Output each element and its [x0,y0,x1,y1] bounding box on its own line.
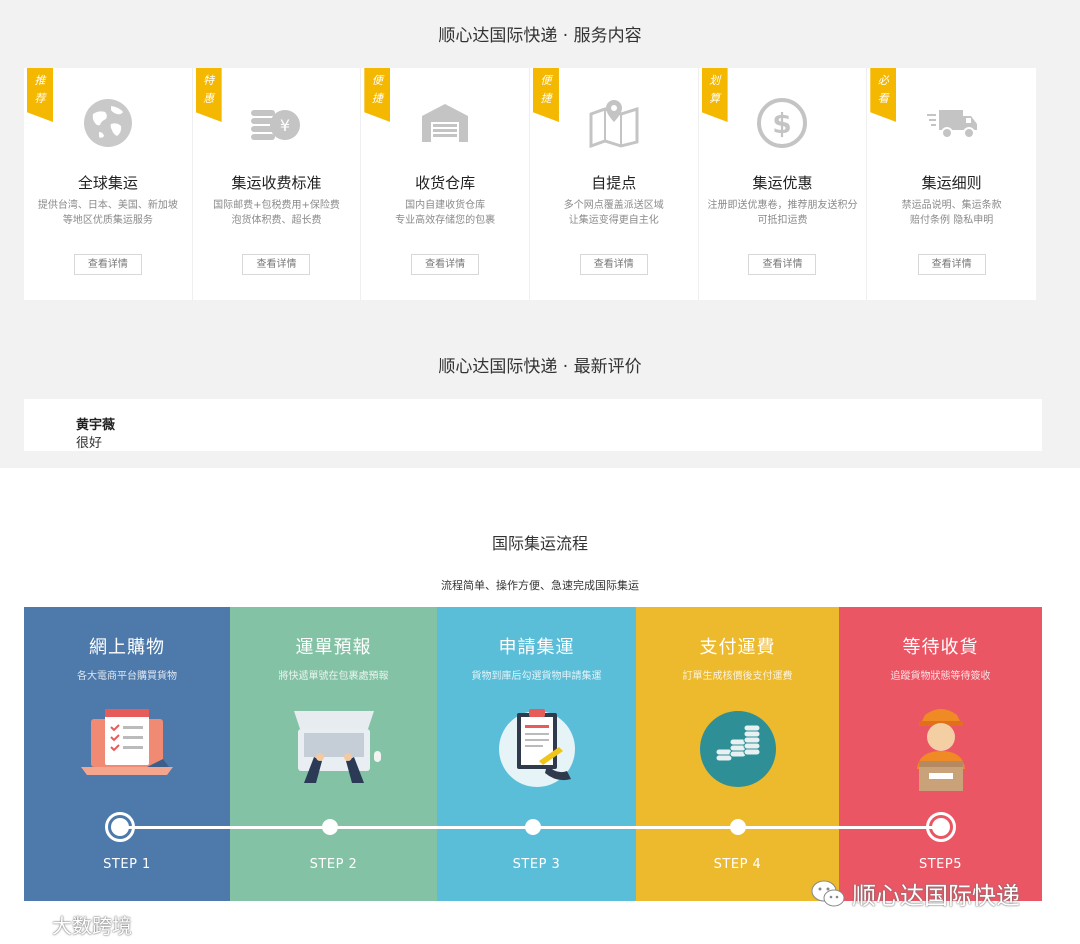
flow-subtitle: 流程简单、操作方便、急速完成国际集运 [441,579,639,592]
step-title: 等待收貨 [902,637,979,658]
service-card-warehouse[interactable]: 便捷 收货仓库 国内自建收货仓库 专业高效存储您的包裹 查看详情 [361,68,530,300]
map-pin-icon [589,100,639,149]
step-title: 支付運費 [699,637,776,658]
step-waybill-report: 運單預報 將快遞單號在包裹處預報 STEP 2 [230,607,437,901]
service-card-fees[interactable]: 特惠 ¥ 集运收费标准 国际邮费+包税费用+保险费 泡货体积费、超长费 查看详情 [192,68,362,300]
coins-yen-icon: ¥ [251,110,301,140]
service-cards: 推荐 全球集运 提供台湾、日本、美国、新加坡 等地区优质集运服务 查看详情 特惠 … [24,68,1036,300]
card-title: 集运细则 [921,174,982,192]
step-online-shopping: 網上購物 各大電商平台購買貨物 STEP 1 [24,607,230,901]
step-label: STEP 1 [103,857,151,872]
step-apply-consolidation: 申請集運 貨物到庫后勾選貨物申請集運 STEP 3 [437,607,636,901]
step-desc: 訂單生成核價後支付運費 [682,671,793,682]
view-details-button[interactable]: 查看详情 [242,254,311,275]
reviews-title: 顺心达国际快递 · 最新评价 [438,357,642,377]
step-title: 運單預報 [295,637,372,658]
wechat-icon [811,880,845,906]
services-title: 顺心达国际快递 · 服务内容 [438,26,642,46]
step-label: STEP 3 [512,857,561,872]
card-title: 全球集运 [77,174,138,192]
view-details-button[interactable]: 查看详情 [411,254,480,275]
step-label: STEP 4 [713,857,762,872]
coin-stack-icon [699,711,776,787]
timeline-dot-step2 [322,819,338,835]
card-desc: 多个网点覆盖派送区域 让集运变得更自主化 [563,200,664,226]
laptop-typing-icon [293,711,381,783]
watermark-text: 顺心达国际快递 [852,882,1020,910]
step-title: 網上購物 [89,637,165,658]
review-item: 黄宇薇 很好 [24,399,1042,451]
card-desc: 国际邮费+包税费用+保险费 泡货体积费、超长费 [213,200,340,226]
ribbon-badge: 推荐 [27,68,53,122]
step-label: STEP 2 [309,857,358,872]
shopping-list-laptop-icon [81,709,173,775]
truck-icon [926,110,977,139]
card-desc: 注册即送优惠卷，推荐朋友送积分 可抵扣运费 [707,200,858,226]
svg-text:$: $ [773,107,792,140]
step-title: 申請集運 [498,637,575,658]
service-card-rules[interactable]: 必看 集运细则 禁运品说明、集运条款 赔付条例 隐私申明 查看详情 [867,68,1036,300]
card-title: 集运优惠 [752,174,813,192]
review-text: 很好 [76,436,103,451]
warehouse-icon [422,104,469,142]
ribbon-badge: 特惠 [195,68,222,122]
ribbon-badge: 划算 [701,68,728,122]
step-desc: 追蹤貨物狀態等待簽收 [890,671,991,682]
review-author: 黄宇薇 [76,418,116,433]
card-desc: 提供台湾、日本、美国、新加坡 等地区优质集运服务 [37,200,178,226]
timeline-dot-step1 [105,812,135,842]
service-card-pickup[interactable]: 便捷 自提点 多个网点覆盖派送区域 让集运变得更自主化 查看详情 [529,68,699,300]
dollar-icon: $ [757,98,808,148]
delivery-man-icon [916,709,965,791]
step-label: STEP5 [918,857,963,872]
service-card-global[interactable]: 推荐 全球集运 提供台湾、日本、美国、新加坡 等地区优质集运服务 查看详情 [24,68,193,300]
ribbon-badge: 必看 [870,68,897,122]
timeline-dot-step5 [926,812,956,842]
view-details-button[interactable]: 查看详情 [748,254,817,275]
ribbon-badge: 便捷 [532,68,559,122]
card-title: 自提点 [591,174,637,192]
service-card-discount[interactable]: 划算 $ 集运优惠 注册即送优惠卷，推荐朋友送积分 可抵扣运费 查看详情 [698,68,868,300]
timeline-dot-step4 [730,819,746,835]
globe-icon [83,99,132,147]
step-desc: 將快遞單號在包裹處預報 [278,671,389,682]
watermark-text: 大数跨境 [52,914,132,938]
flow-title: 国际集运流程 [491,534,588,553]
card-desc: 国内自建收货仓库 专业高效存储您的包裹 [395,200,496,226]
view-details-button[interactable]: 查看详情 [73,254,142,275]
step-pay-shipping: 支付運費 訂單生成核價後支付運費 STEP 4 [636,607,839,901]
card-desc: 禁运品说明、集运条款 赔付条例 隐私申明 [901,200,1002,226]
view-details-button[interactable]: 查看详情 [917,254,986,275]
svg-text:¥: ¥ [280,116,290,135]
wechat-watermark: 顺心达国际快递 [810,876,1020,911]
timeline-dot-step3 [525,819,541,835]
brand-logo-icon [11,915,45,935]
step-desc: 各大電商平台購買貨物 [77,671,177,682]
clipboard-sign-icon [498,709,575,787]
step-desc: 貨物到庫后勾選貨物申請集運 [471,671,602,682]
brand-watermark: 大数跨境 [10,910,132,939]
card-title: 收货仓库 [415,174,476,192]
card-title: 集运收费标准 [231,174,322,192]
flow-steps: 網上購物 各大電商平台購買貨物 STEP 1 運單預報 將快遞單號在包裹處預報 [24,607,1042,901]
step-await-delivery: 等待收貨 追蹤貨物狀態等待簽收 STEP5 [839,607,1042,901]
ribbon-badge: 便捷 [364,68,391,122]
view-details-button[interactable]: 查看详情 [579,254,648,275]
